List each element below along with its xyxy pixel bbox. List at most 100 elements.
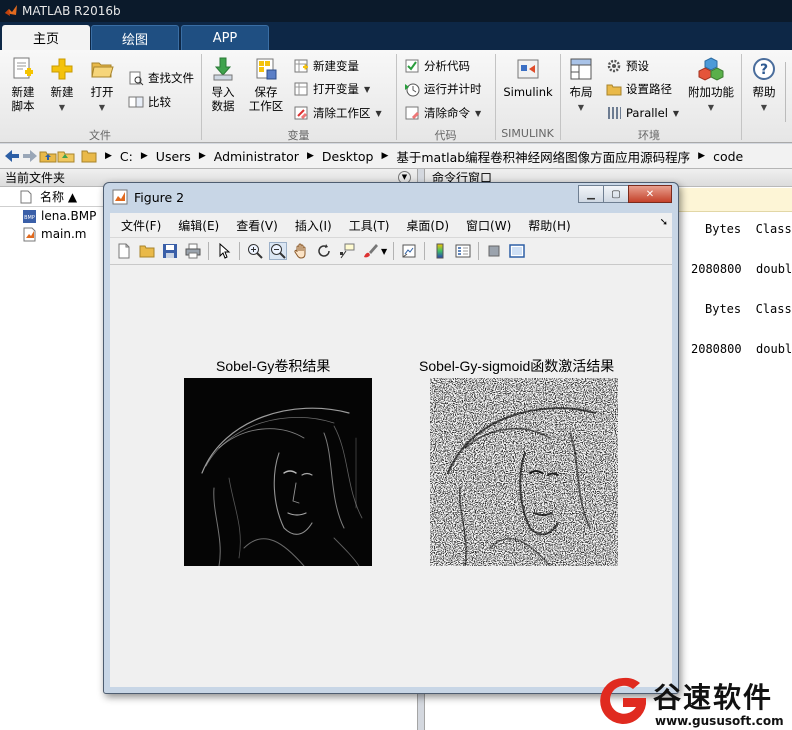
chevron-down-icon: ▼ <box>577 103 585 112</box>
edit-plot-button[interactable] <box>215 242 233 260</box>
breadcrumb-item[interactable]: Administrator <box>214 149 299 164</box>
addons-button[interactable]: 附加功能 ▼ <box>687 56 735 115</box>
new-file-icon <box>118 243 130 259</box>
open-variable-button[interactable]: 打开变量 ▼ <box>293 79 370 99</box>
simulink-button[interactable]: Simulink <box>500 56 556 99</box>
figure-menubar: 文件(F) 编辑(E) 查看(V) 插入(I) 工具(T) 桌面(D) 窗口(W… <box>110 213 672 237</box>
menu-desktop[interactable]: 桌面(D) <box>406 217 449 234</box>
svg-text:BMP: BMP <box>24 215 35 221</box>
preferences-button[interactable]: 预设 <box>606 56 649 76</box>
find-files-button[interactable]: 查找文件 <box>128 68 194 88</box>
group-label-file: 文件 <box>89 129 111 142</box>
open-file-button[interactable] <box>138 242 156 260</box>
chevron-down-icon: ▼ <box>707 103 715 112</box>
printer-icon <box>185 243 201 259</box>
new-figure-button[interactable] <box>115 242 133 260</box>
watermark-brand: 谷速软件 <box>653 681 774 714</box>
link-plot-button[interactable] <box>400 242 418 260</box>
new-script-icon <box>13 57 33 79</box>
open-button[interactable]: 打开 ▼ <box>84 56 120 115</box>
colorbar-icon <box>436 243 444 259</box>
group-label-environment: 环境 <box>638 129 660 142</box>
sobel-gy-sigmoid-image[interactable] <box>430 378 618 566</box>
breadcrumb-item[interactable]: Desktop <box>322 149 374 164</box>
forward-arrow-icon[interactable] <box>21 149 39 163</box>
new-variable-button[interactable]: 新建变量 <box>293 56 359 76</box>
breadcrumb-item[interactable]: Users <box>156 149 191 164</box>
up-folder-icon[interactable] <box>39 149 57 163</box>
set-path-button[interactable]: 设置路径 <box>606 79 672 99</box>
menu-file[interactable]: 文件(F) <box>121 217 161 234</box>
zoom-out-icon <box>271 244 286 259</box>
show-plot-tools-button[interactable] <box>508 242 526 260</box>
menu-help[interactable]: 帮助(H) <box>528 217 570 234</box>
pan-button[interactable] <box>292 242 310 260</box>
clear-workspace-button[interactable]: 清除工作区 ▼ <box>293 103 382 123</box>
sobel-gy-image[interactable] <box>184 378 372 566</box>
brush-button[interactable] <box>361 242 379 260</box>
open-variable-icon <box>294 82 308 96</box>
browse-folder-icon[interactable] <box>57 149 75 163</box>
chevron-down-icon: ▼ <box>475 108 482 118</box>
rotate-3d-button[interactable] <box>315 242 333 260</box>
chevron-down-icon[interactable]: ▼ <box>381 247 387 256</box>
figure-canvas[interactable]: Sobel-Gy卷积结果 Sobel-Gy-sigmoid函数激活结果 <box>110 265 672 687</box>
group-label-variable: 变量 <box>287 129 310 142</box>
figure-title-bar[interactable]: Figure 2 ▁ ▢ ✕ <box>104 183 678 211</box>
run-and-time-button[interactable]: 运行并计时 <box>404 79 482 99</box>
group-label-simulink: SIMULINK <box>501 127 554 140</box>
menu-insert[interactable]: 插入(I) <box>295 217 332 234</box>
gear-icon <box>607 59 621 73</box>
minimize-button[interactable]: ▁ <box>578 185 604 203</box>
help-button[interactable]: ? 帮助 ▼ <box>748 56 780 115</box>
close-button[interactable]: ✕ <box>628 185 672 203</box>
breadcrumb-item[interactable]: 基于matlab编程卷积神经网络图像方面应用源码程序 <box>396 147 690 166</box>
tab-plots[interactable]: 绘图 <box>91 25 179 50</box>
colorbar-button[interactable] <box>431 242 449 260</box>
menu-view[interactable]: 查看(V) <box>236 217 278 234</box>
clear-commands-button[interactable]: 清除命令 ▼ <box>404 103 481 123</box>
group-label-code: 代码 <box>434 129 457 142</box>
back-arrow-icon[interactable] <box>3 149 21 163</box>
save-workspace-button[interactable]: 保存 工作区 <box>246 56 286 113</box>
chevron-down-icon: ▼ <box>375 108 382 118</box>
parallel-button[interactable]: Parallel ▼ <box>606 103 679 123</box>
print-figure-button[interactable] <box>184 242 202 260</box>
layout-button[interactable]: 布局 ▼ <box>565 56 597 115</box>
breadcrumb-item[interactable]: C: <box>120 149 133 164</box>
app-title: MATLAB R2016b <box>22 4 121 18</box>
hide-plot-tools-button[interactable] <box>485 242 503 260</box>
legend-button[interactable] <box>454 242 472 260</box>
analyze-code-button[interactable]: 分析代码 <box>404 56 470 76</box>
legend-icon <box>455 244 471 258</box>
zoom-out-button[interactable] <box>269 242 287 260</box>
menu-tools[interactable]: 工具(T) <box>349 217 390 234</box>
bmp-file-icon: BMP <box>23 209 36 223</box>
import-data-button[interactable]: 导入 数据 <box>206 56 240 113</box>
breadcrumb-item[interactable]: code <box>713 149 743 164</box>
data-cursor-icon <box>340 243 355 259</box>
folder-open-icon <box>91 62 114 78</box>
maximize-button[interactable]: ▢ <box>603 185 629 203</box>
menu-window[interactable]: 窗口(W) <box>466 217 511 234</box>
menu-edit[interactable]: 编辑(E) <box>178 217 219 234</box>
new-script-button[interactable]: 新建 脚本 <box>6 56 40 113</box>
brush-icon <box>364 244 378 258</box>
save-workspace-icon <box>256 58 277 80</box>
watermark-logo: 谷速软件 www.gususoft.com <box>595 672 792 730</box>
rotate-3d-icon <box>318 244 330 257</box>
pointer-arrow-icon <box>219 243 231 259</box>
chevron-down-icon: ▼ <box>98 103 106 112</box>
zoom-in-button[interactable] <box>246 242 264 260</box>
new-button[interactable]: 新建 ▼ <box>44 56 80 115</box>
save-figure-button[interactable] <box>161 242 179 260</box>
tab-home[interactable]: 主页 <box>2 25 90 50</box>
menubar-dock-icon[interactable]: ➘ <box>660 217 668 228</box>
compare-button[interactable]: 比较 <box>128 92 171 112</box>
tab-apps[interactable]: APP <box>181 25 269 50</box>
compare-icon <box>128 96 144 108</box>
ribbon-side-handle[interactable] <box>785 62 790 122</box>
data-cursor-button[interactable] <box>338 242 356 260</box>
clear-commands-icon <box>405 106 420 120</box>
output-line: 2080800 double <box>691 342 792 356</box>
